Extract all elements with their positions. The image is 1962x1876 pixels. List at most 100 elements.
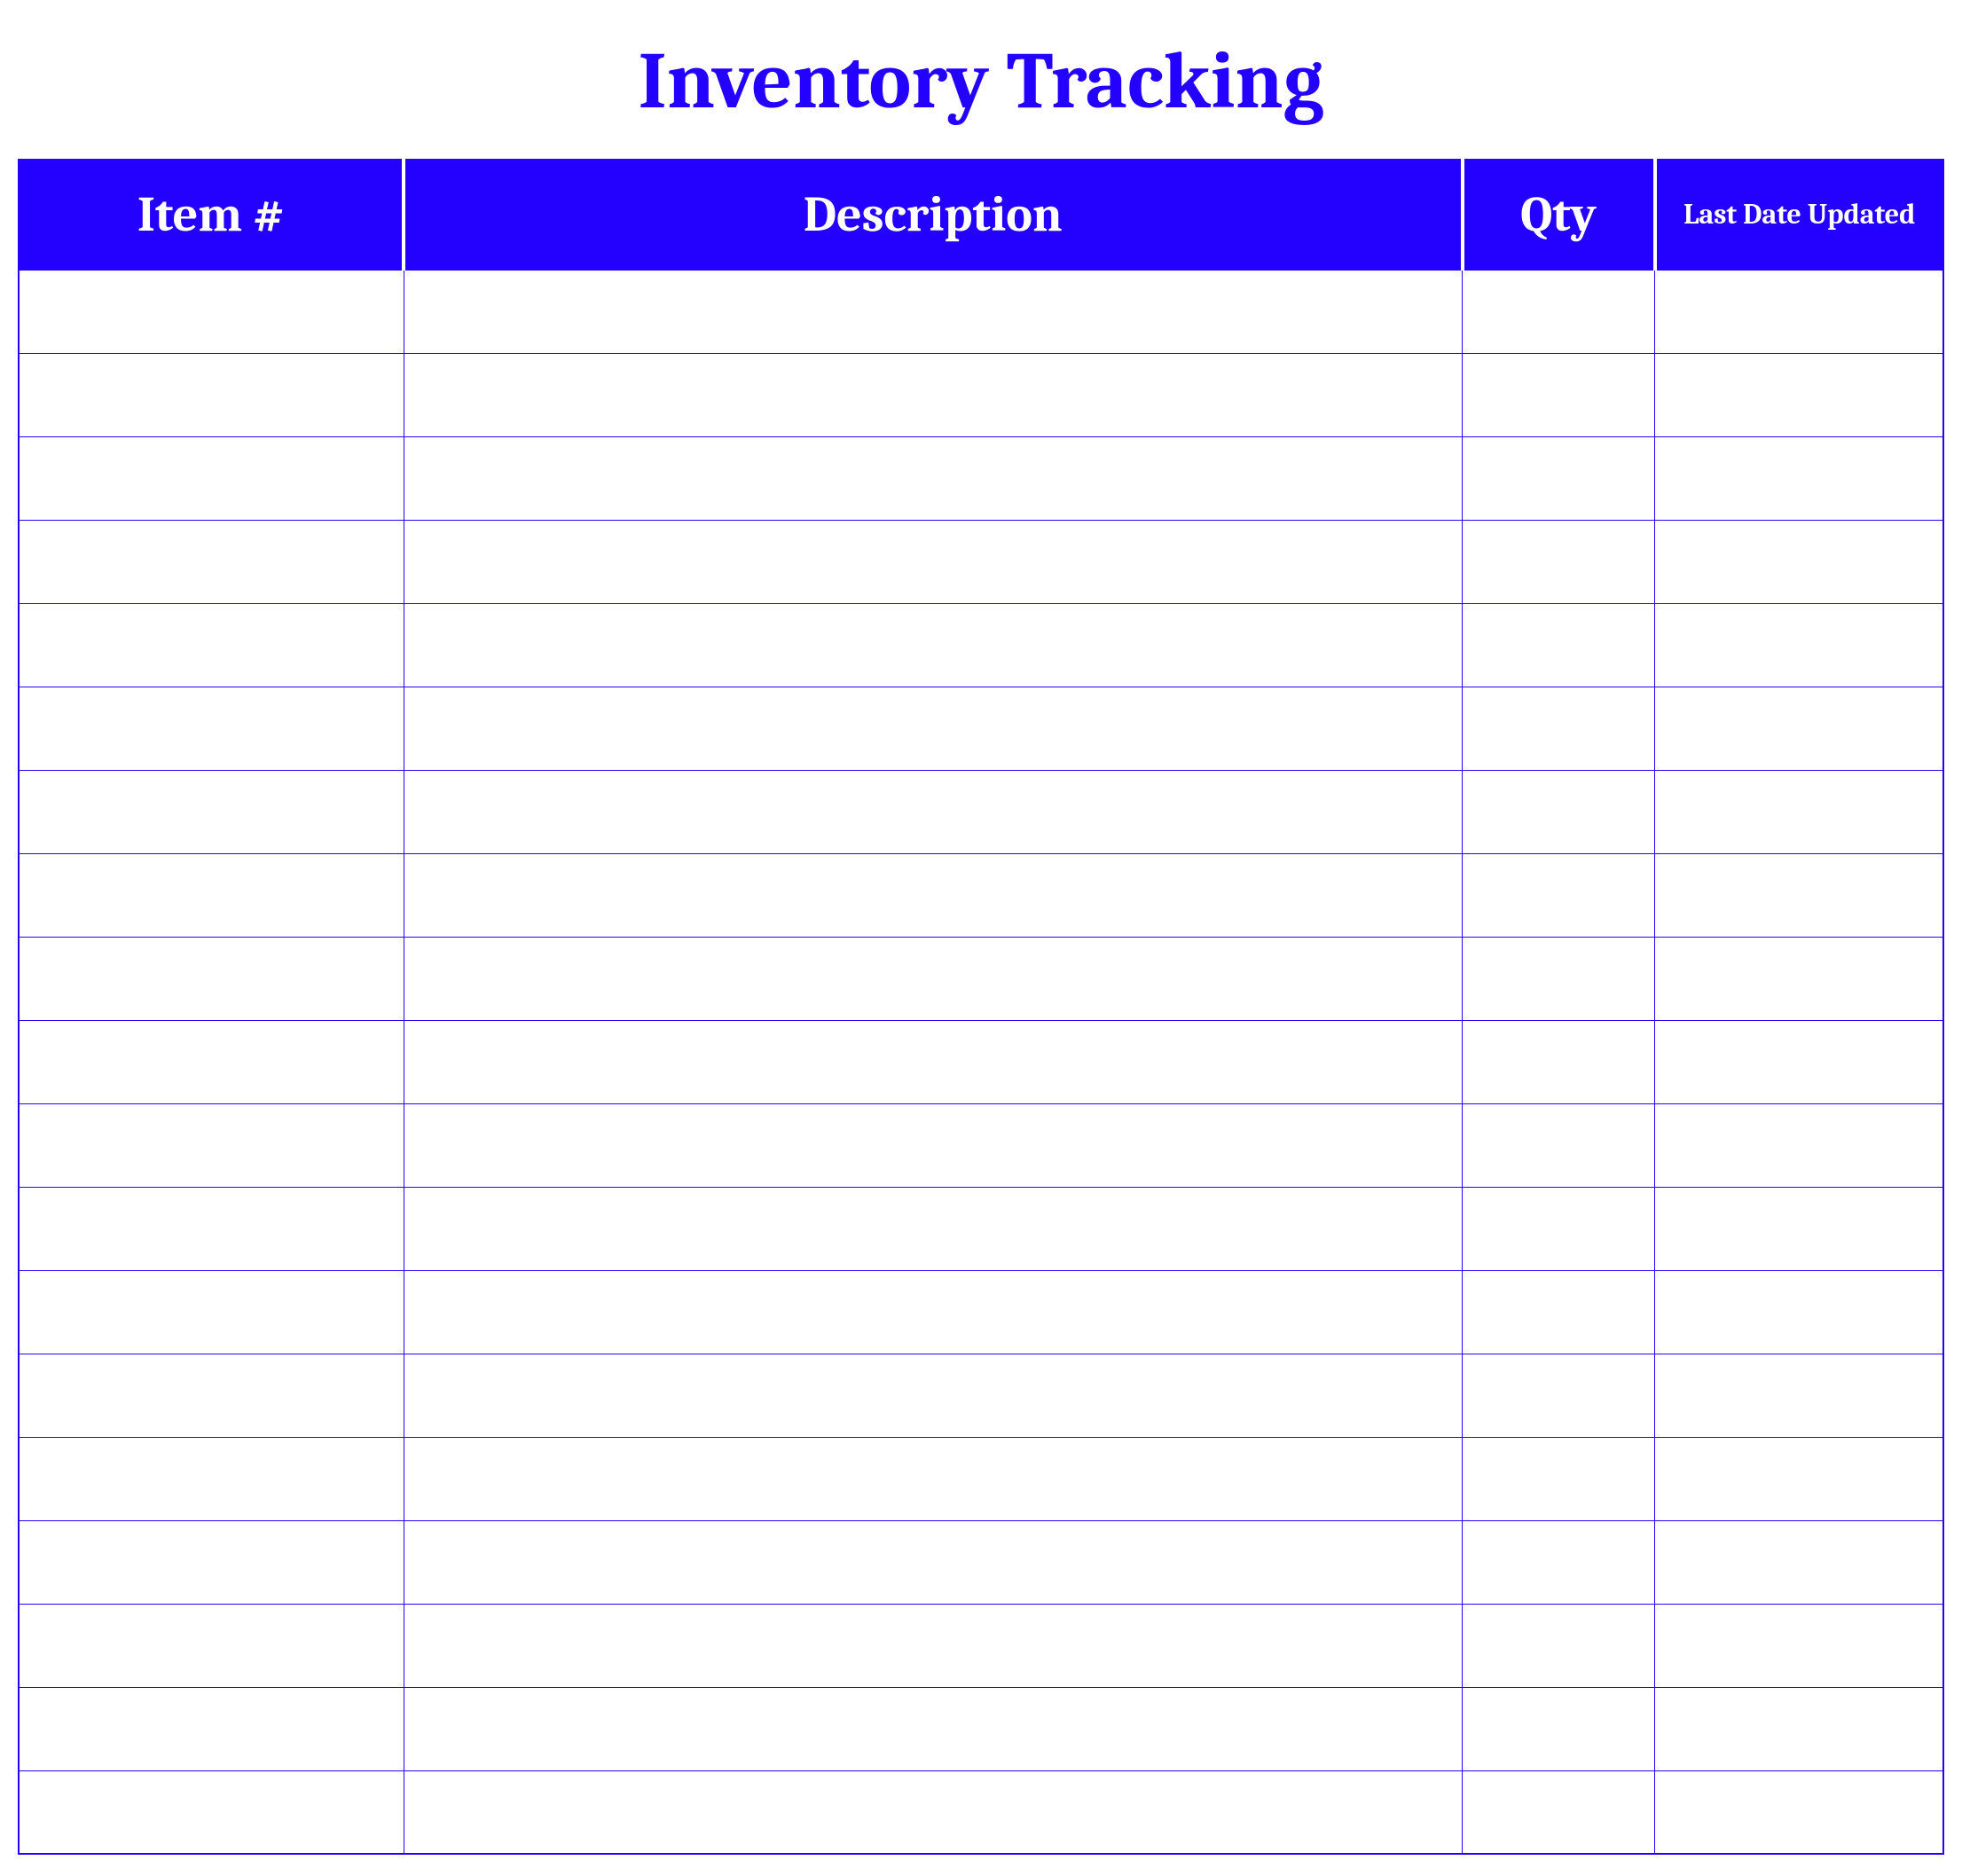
cell-qty[interactable] (1463, 1103, 1655, 1187)
cell-qty[interactable] (1463, 1520, 1655, 1604)
table-row (19, 1770, 1943, 1854)
cell-description[interactable] (404, 1020, 1463, 1103)
table-row (19, 687, 1943, 770)
cell-qty[interactable] (1463, 270, 1655, 353)
cell-qty[interactable] (1463, 520, 1655, 603)
table-row (19, 1354, 1943, 1437)
cell-lastDate[interactable] (1655, 603, 1944, 687)
cell-lastDate[interactable] (1655, 687, 1944, 770)
cell-item[interactable] (19, 603, 404, 687)
cell-lastDate[interactable] (1655, 937, 1944, 1020)
cell-description[interactable] (404, 270, 1463, 353)
cell-lastDate[interactable] (1655, 1103, 1944, 1187)
cell-description[interactable] (404, 436, 1463, 520)
table-row (19, 1437, 1943, 1520)
table-row (19, 1520, 1943, 1604)
cell-item[interactable] (19, 1354, 404, 1437)
cell-qty[interactable] (1463, 770, 1655, 853)
table-row (19, 436, 1943, 520)
cell-description[interactable] (404, 1437, 1463, 1520)
cell-qty[interactable] (1463, 353, 1655, 436)
cell-lastDate[interactable] (1655, 1770, 1944, 1854)
header-item-number: Item # (19, 160, 404, 270)
cell-lastDate[interactable] (1655, 1187, 1944, 1270)
cell-item[interactable] (19, 1187, 404, 1270)
cell-description[interactable] (404, 1520, 1463, 1604)
cell-description[interactable] (404, 1103, 1463, 1187)
cell-item[interactable] (19, 436, 404, 520)
cell-lastDate[interactable] (1655, 353, 1944, 436)
cell-qty[interactable] (1463, 1604, 1655, 1687)
cell-qty[interactable] (1463, 937, 1655, 1020)
cell-item[interactable] (19, 1604, 404, 1687)
cell-item[interactable] (19, 1020, 404, 1103)
cell-description[interactable] (404, 1770, 1463, 1854)
cell-description[interactable] (404, 603, 1463, 687)
cell-lastDate[interactable] (1655, 853, 1944, 937)
table-row (19, 270, 1943, 353)
cell-description[interactable] (404, 853, 1463, 937)
cell-description[interactable] (404, 520, 1463, 603)
cell-description[interactable] (404, 1604, 1463, 1687)
cell-lastDate[interactable] (1655, 1020, 1944, 1103)
cell-description[interactable] (404, 1687, 1463, 1770)
cell-lastDate[interactable] (1655, 1604, 1944, 1687)
cell-lastDate[interactable] (1655, 436, 1944, 520)
cell-item[interactable] (19, 937, 404, 1020)
cell-lastDate[interactable] (1655, 1270, 1944, 1354)
table-header-row: Item # Description Qty Last Date Updated (19, 160, 1943, 270)
table-row (19, 770, 1943, 853)
cell-item[interactable] (19, 1437, 404, 1520)
cell-qty[interactable] (1463, 436, 1655, 520)
cell-qty[interactable] (1463, 1354, 1655, 1437)
cell-qty[interactable] (1463, 853, 1655, 937)
cell-description[interactable] (404, 1270, 1463, 1354)
cell-item[interactable] (19, 1770, 404, 1854)
cell-lastDate[interactable] (1655, 1687, 1944, 1770)
cell-lastDate[interactable] (1655, 1437, 1944, 1520)
cell-qty[interactable] (1463, 1270, 1655, 1354)
cell-description[interactable] (404, 687, 1463, 770)
inventory-table: Item # Description Qty Last Date Updated (18, 159, 1944, 1855)
cell-lastDate[interactable] (1655, 1520, 1944, 1604)
cell-qty[interactable] (1463, 1020, 1655, 1103)
cell-item[interactable] (19, 1270, 404, 1354)
cell-lastDate[interactable] (1655, 270, 1944, 353)
cell-item[interactable] (19, 353, 404, 436)
table-row (19, 937, 1943, 1020)
cell-item[interactable] (19, 1687, 404, 1770)
cell-qty[interactable] (1463, 687, 1655, 770)
table-row (19, 603, 1943, 687)
cell-item[interactable] (19, 770, 404, 853)
cell-item[interactable] (19, 1103, 404, 1187)
cell-description[interactable] (404, 1354, 1463, 1437)
table-row (19, 1270, 1943, 1354)
table-row (19, 520, 1943, 603)
cell-item[interactable] (19, 687, 404, 770)
cell-description[interactable] (404, 770, 1463, 853)
cell-item[interactable] (19, 853, 404, 937)
header-description: Description (404, 160, 1463, 270)
table-row (19, 1187, 1943, 1270)
table-row (19, 1020, 1943, 1103)
header-last-date-updated: Last Date Updated (1655, 160, 1944, 270)
cell-qty[interactable] (1463, 1770, 1655, 1854)
cell-lastDate[interactable] (1655, 520, 1944, 603)
cell-qty[interactable] (1463, 1437, 1655, 1520)
cell-description[interactable] (404, 353, 1463, 436)
cell-item[interactable] (19, 270, 404, 353)
cell-item[interactable] (19, 1520, 404, 1604)
table-row (19, 1103, 1943, 1187)
table-row (19, 853, 1943, 937)
table-row (19, 1687, 1943, 1770)
cell-lastDate[interactable] (1655, 1354, 1944, 1437)
cell-qty[interactable] (1463, 603, 1655, 687)
table-row (19, 1604, 1943, 1687)
cell-description[interactable] (404, 1187, 1463, 1270)
cell-lastDate[interactable] (1655, 770, 1944, 853)
cell-item[interactable] (19, 520, 404, 603)
cell-description[interactable] (404, 937, 1463, 1020)
cell-qty[interactable] (1463, 1687, 1655, 1770)
page-title: Inventory Tracking (18, 18, 1944, 159)
cell-qty[interactable] (1463, 1187, 1655, 1270)
